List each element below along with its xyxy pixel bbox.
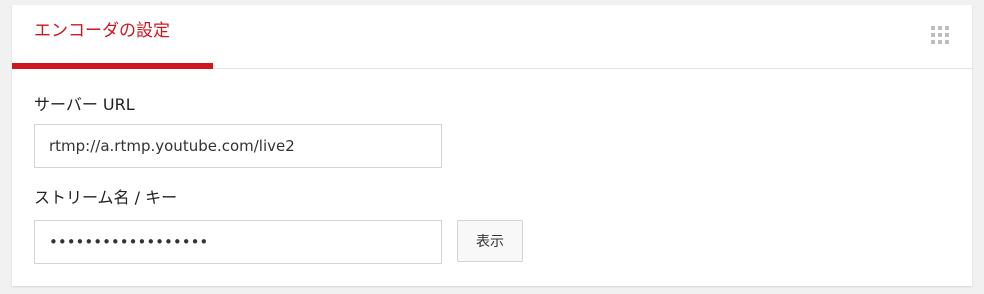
server-url-label: サーバー URL <box>34 95 135 114</box>
tab-header: エンコーダの設定 <box>12 5 972 69</box>
stream-key-label: ストリーム名 / キー <box>34 188 178 207</box>
grid-icon[interactable] <box>931 26 949 44</box>
encoder-settings-card: エンコーダの設定 サーバー URL ストリーム名 / キー 表示 <box>12 5 972 286</box>
tab-encoder-settings[interactable]: エンコーダの設定 <box>12 5 213 69</box>
show-key-button[interactable]: 表示 <box>457 220 523 262</box>
server-url-input[interactable] <box>34 124 442 168</box>
tab-active-indicator <box>12 63 213 69</box>
stream-key-input[interactable] <box>34 220 442 264</box>
tab-label: エンコーダの設定 <box>34 21 170 41</box>
